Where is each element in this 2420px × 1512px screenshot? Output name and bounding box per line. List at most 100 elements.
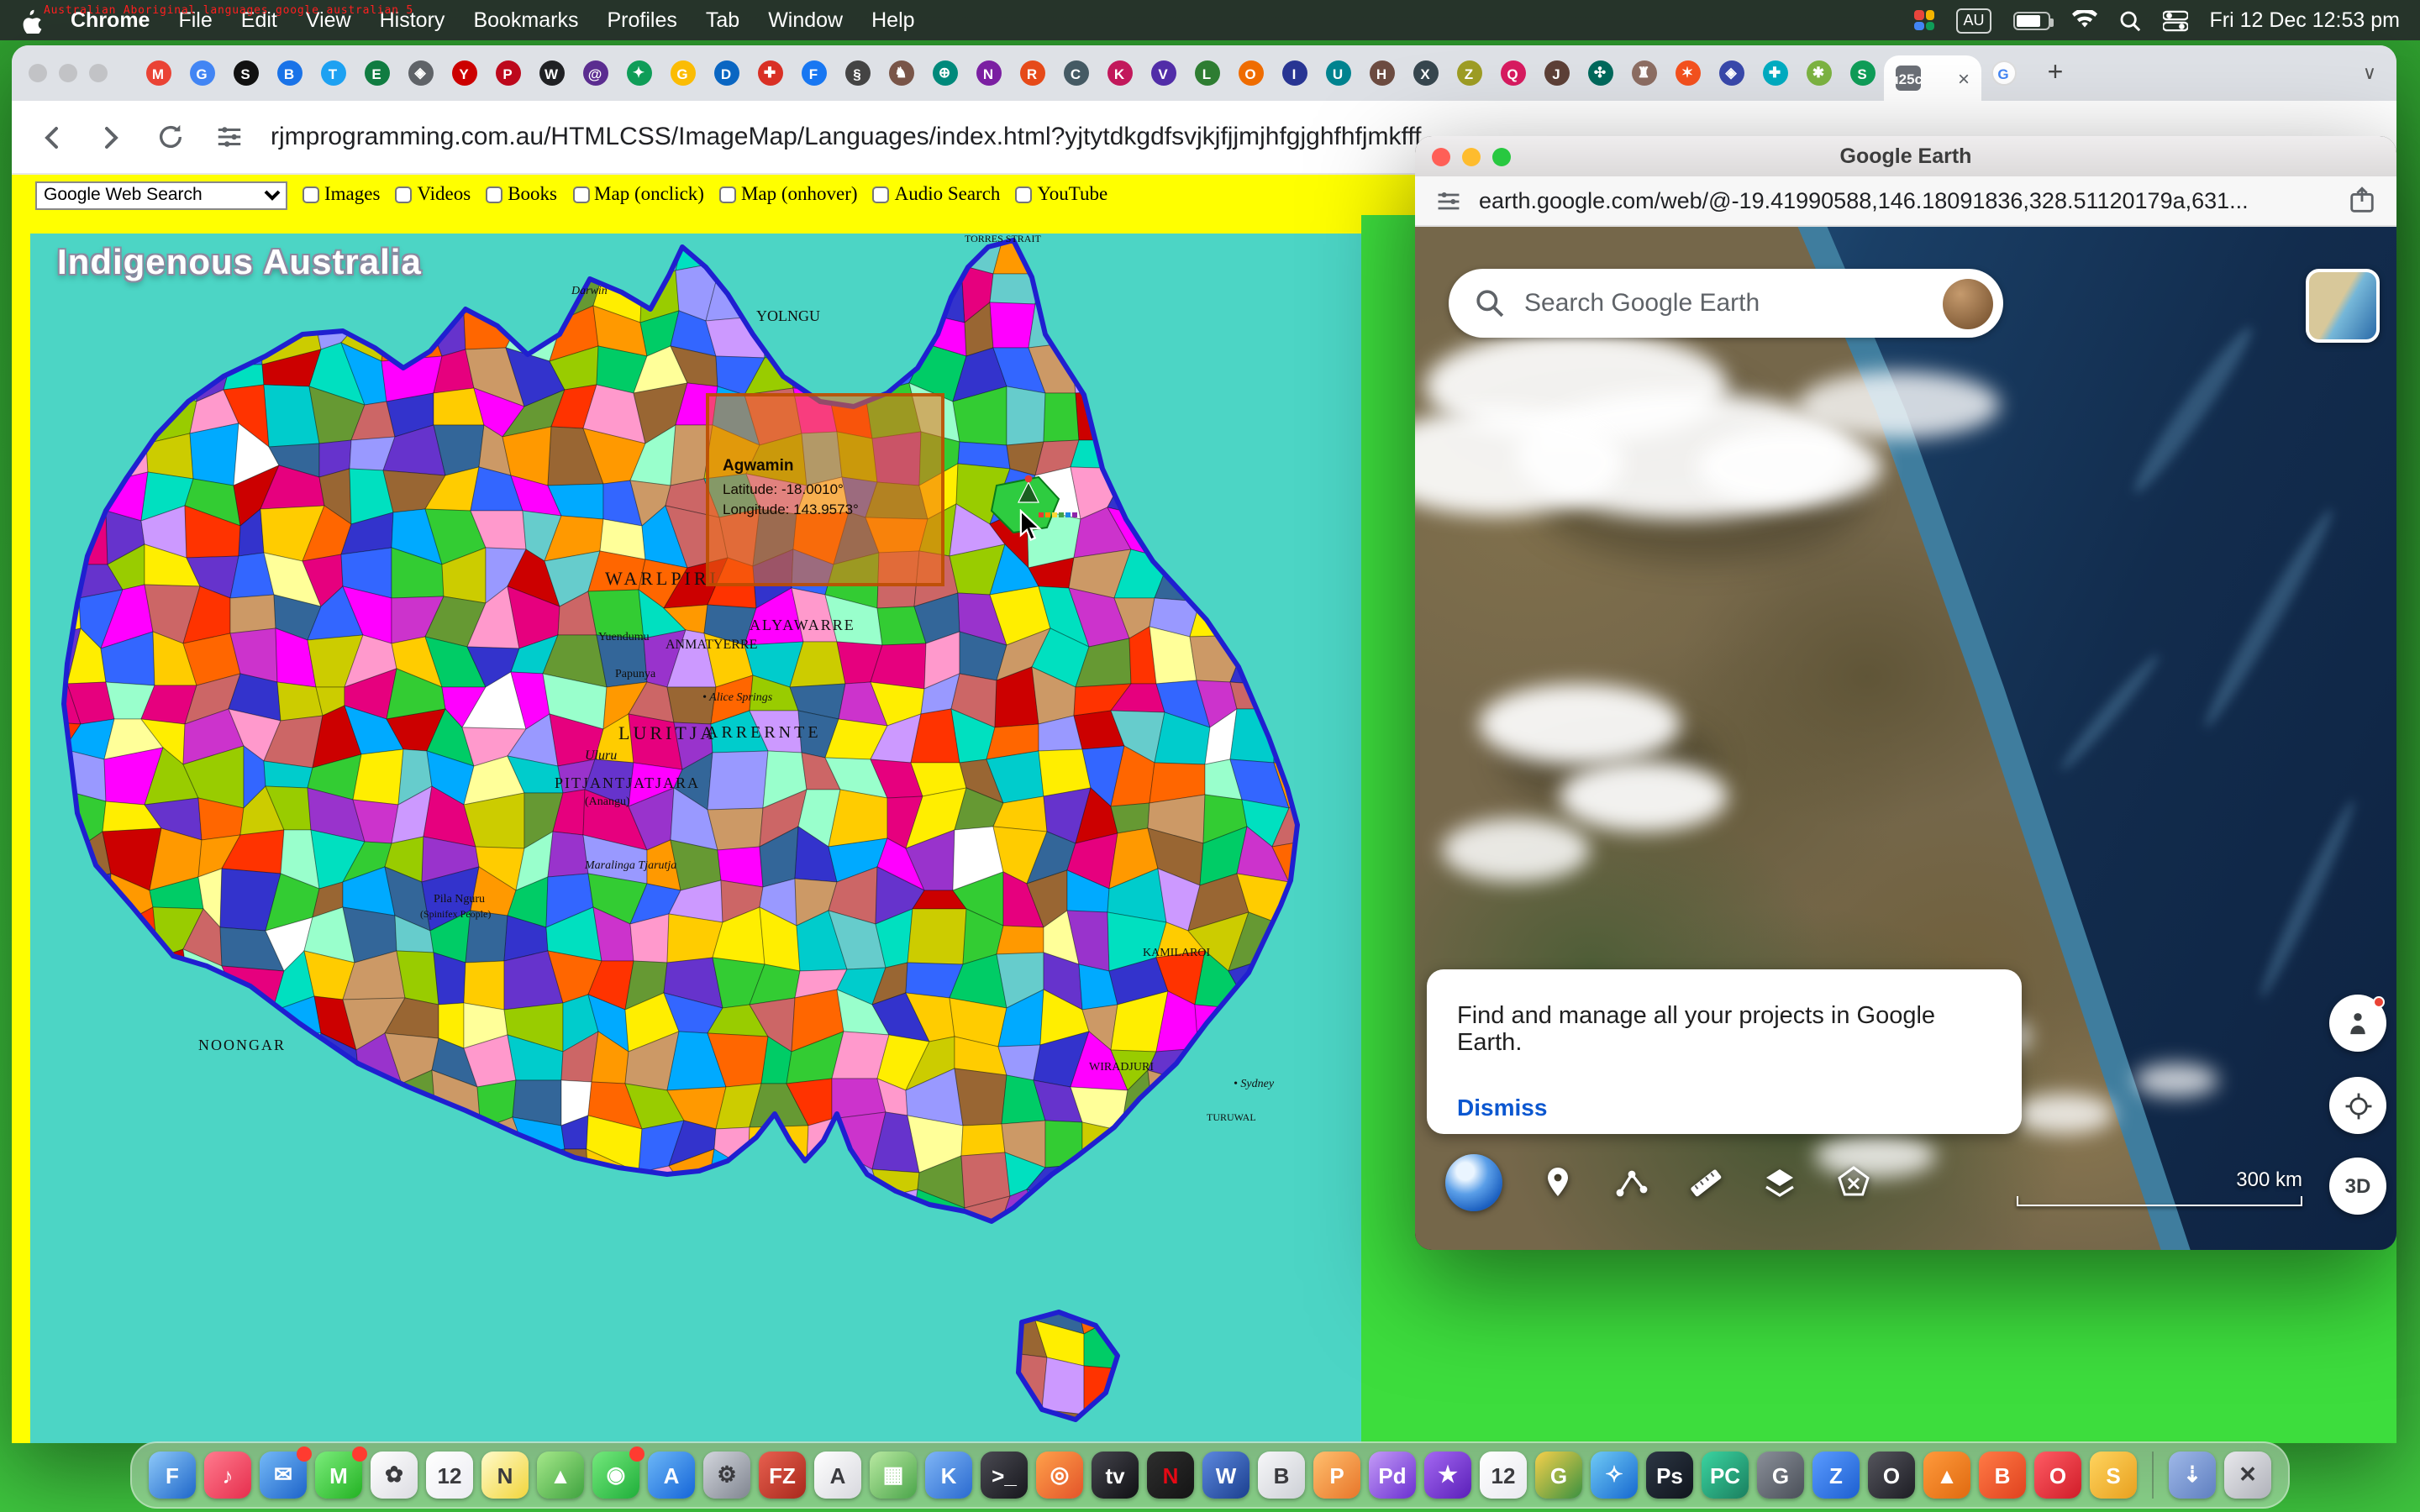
pinned-tab[interactable]: H — [1360, 45, 1403, 101]
pentagon-x-icon[interactable] — [1835, 1164, 1872, 1201]
menu-bar-clock[interactable]: Fri 12 Dec 12:53 pm — [2210, 8, 2401, 32]
pinned-tab[interactable]: W — [529, 45, 573, 101]
dock-imovie-icon[interactable]: ★ — [1424, 1452, 1471, 1499]
dock-terminal-icon[interactable]: >_ — [981, 1452, 1028, 1499]
spotlight-icon[interactable] — [2119, 9, 2141, 31]
pinned-tab[interactable]: J — [1534, 45, 1578, 101]
dock-netflix-icon[interactable]: N — [1147, 1452, 1194, 1499]
dock-zoom-icon[interactable]: Z — [1812, 1452, 1860, 1499]
pinned-tab[interactable]: ✦ — [617, 45, 660, 101]
checkbox-audio-search[interactable]: Audio Search — [873, 185, 1001, 205]
dock-facetime-icon[interactable]: ◉ — [592, 1452, 639, 1499]
forward-icon[interactable] — [94, 120, 128, 154]
pinned-tab[interactable]: S — [224, 45, 267, 101]
dock-podcasts-icon[interactable]: Pd — [1369, 1452, 1416, 1499]
pinned-tab[interactable]: ✱ — [1797, 45, 1840, 101]
layers-icon[interactable] — [1761, 1164, 1798, 1201]
pinned-tab[interactable]: Z — [1447, 45, 1491, 101]
dock-brave-icon[interactable]: B — [1979, 1452, 2026, 1499]
back-icon[interactable] — [35, 120, 69, 154]
ge-site-settings-icon[interactable] — [1435, 187, 1462, 214]
pinned-tab[interactable]: L — [1185, 45, 1228, 101]
pinned-tab[interactable]: X — [1403, 45, 1447, 101]
dock-notes-icon[interactable]: N — [481, 1452, 529, 1499]
dock-safari-icon[interactable]: ✧ — [1591, 1452, 1638, 1499]
dock-messages-icon[interactable]: M — [315, 1452, 362, 1499]
pinned-tab[interactable]: ♜ — [1622, 45, 1665, 101]
dock-sketch-icon[interactable]: S — [2090, 1452, 2137, 1499]
dock-obs-icon[interactable]: O — [1868, 1452, 1915, 1499]
pinned-tab[interactable]: Y — [442, 45, 486, 101]
dock-vlc-icon[interactable]: ▲ — [1923, 1452, 1970, 1499]
pinned-tab[interactable]: G — [660, 45, 704, 101]
site-settings-icon[interactable] — [212, 120, 245, 154]
tab-search-chevron-icon[interactable]: ∨ — [2363, 62, 2376, 84]
active-tab[interactable]: \u25c6 × — [1884, 55, 1981, 101]
dock-filezilla-icon[interactable]: FZ — [759, 1452, 806, 1499]
ge-search-bar[interactable]: Search Google Earth — [1449, 269, 2003, 338]
dock-word-icon[interactable]: W — [1202, 1452, 1249, 1499]
tab-close-icon[interactable]: × — [1958, 68, 1970, 88]
zoom-window-button[interactable] — [89, 64, 108, 82]
ge-address[interactable]: earth.google.com/web/@-19.41990588,146.1… — [1479, 188, 2331, 213]
pinned-tab[interactable]: ✣ — [1578, 45, 1622, 101]
pinned-tab[interactable]: D — [704, 45, 748, 101]
checkbox-books[interactable]: Books — [486, 185, 557, 205]
pinned-tab[interactable]: ◈ — [398, 45, 442, 101]
open-in-chrome-icon[interactable] — [2348, 186, 2376, 215]
control-center-icon[interactable] — [2163, 9, 2188, 31]
add-placemark-icon[interactable] — [1539, 1164, 1576, 1201]
menu-item-bookmarks[interactable]: Bookmarks — [473, 8, 578, 32]
pinned-tab[interactable]: M — [136, 45, 180, 101]
globe-icon[interactable] — [1445, 1154, 1502, 1211]
pinned-tab[interactable]: O — [1228, 45, 1272, 101]
dock-pycharm-icon[interactable]: PC — [1702, 1452, 1749, 1499]
dock-firefox-icon[interactable]: ◎ — [1036, 1452, 1083, 1499]
dock-finder-icon[interactable]: F — [149, 1452, 196, 1499]
checkbox-map-onhover[interactable]: Map (onhover) — [719, 185, 858, 205]
dock-downloads-icon[interactable]: ⇣ — [2169, 1452, 2216, 1499]
pinned-tab[interactable]: T — [311, 45, 355, 101]
pinned-tab[interactable]: ✚ — [1753, 45, 1797, 101]
dock-photos-icon[interactable]: ✿ — [371, 1452, 418, 1499]
dock-numbers-icon[interactable]: ▦ — [870, 1452, 917, 1499]
dock-pages-icon[interactable]: P — [1313, 1452, 1360, 1499]
pinned-tab[interactable]: ✚ — [748, 45, 792, 101]
dock-opera-icon[interactable]: O — [2034, 1452, 2081, 1499]
status-app-icon[interactable] — [1914, 10, 1934, 30]
dock-calendar-icon[interactable]: 12 — [426, 1452, 473, 1499]
pinned-tab[interactable]: G — [180, 45, 224, 101]
minimize-window-button[interactable] — [59, 64, 77, 82]
dock-textedit-icon[interactable]: A — [814, 1452, 861, 1499]
menu-item-tab[interactable]: Tab — [706, 8, 739, 32]
reload-icon[interactable] — [153, 120, 187, 154]
pinned-tab[interactable]: @ — [573, 45, 617, 101]
checkbox-youtube[interactable]: YouTube — [1015, 185, 1107, 205]
dock-system-settings-icon[interactable]: ⚙ — [703, 1452, 750, 1499]
pinned-tab[interactable]: ⊕ — [923, 45, 966, 101]
dock-gimp-icon[interactable]: G — [1757, 1452, 1804, 1499]
dock-calendar-dec-icon[interactable]: 12 — [1480, 1452, 1527, 1499]
pinned-tab[interactable]: R — [1010, 45, 1054, 101]
checkbox-map-onclick[interactable]: Map (onclick) — [572, 185, 704, 205]
measure-icon[interactable] — [1687, 1164, 1724, 1201]
3d-toggle-button[interactable]: 3D — [2329, 1158, 2386, 1215]
dock-tv-icon[interactable]: tv — [1092, 1452, 1139, 1499]
satellite-view[interactable]: Search Google Earth Find and manage all … — [1415, 227, 2396, 1250]
pinned-tab[interactable]: C — [1054, 45, 1097, 101]
menu-item-profiles[interactable]: Profiles — [608, 8, 677, 32]
input-source-icon[interactable]: AU — [1956, 8, 1991, 33]
menu-item-window[interactable]: Window — [768, 8, 843, 32]
dock-keynote-icon[interactable]: K — [925, 1452, 972, 1499]
pinned-tab[interactable]: N — [966, 45, 1010, 101]
pinned-tab[interactable]: P — [486, 45, 529, 101]
pinned-tab[interactable]: K — [1097, 45, 1141, 101]
dock-bold-doc-icon[interactable]: B — [1258, 1452, 1305, 1499]
account-avatar[interactable] — [1943, 278, 1993, 328]
google-tab[interactable]: G — [1981, 45, 2025, 101]
overview-minimap[interactable] — [2306, 269, 2380, 343]
dock-maps-icon[interactable]: ▲ — [537, 1452, 584, 1499]
checkbox-videos[interactable]: Videos — [395, 185, 471, 205]
dock-mail-icon[interactable]: ✉ — [260, 1452, 307, 1499]
draw-path-icon[interactable] — [1613, 1164, 1650, 1201]
